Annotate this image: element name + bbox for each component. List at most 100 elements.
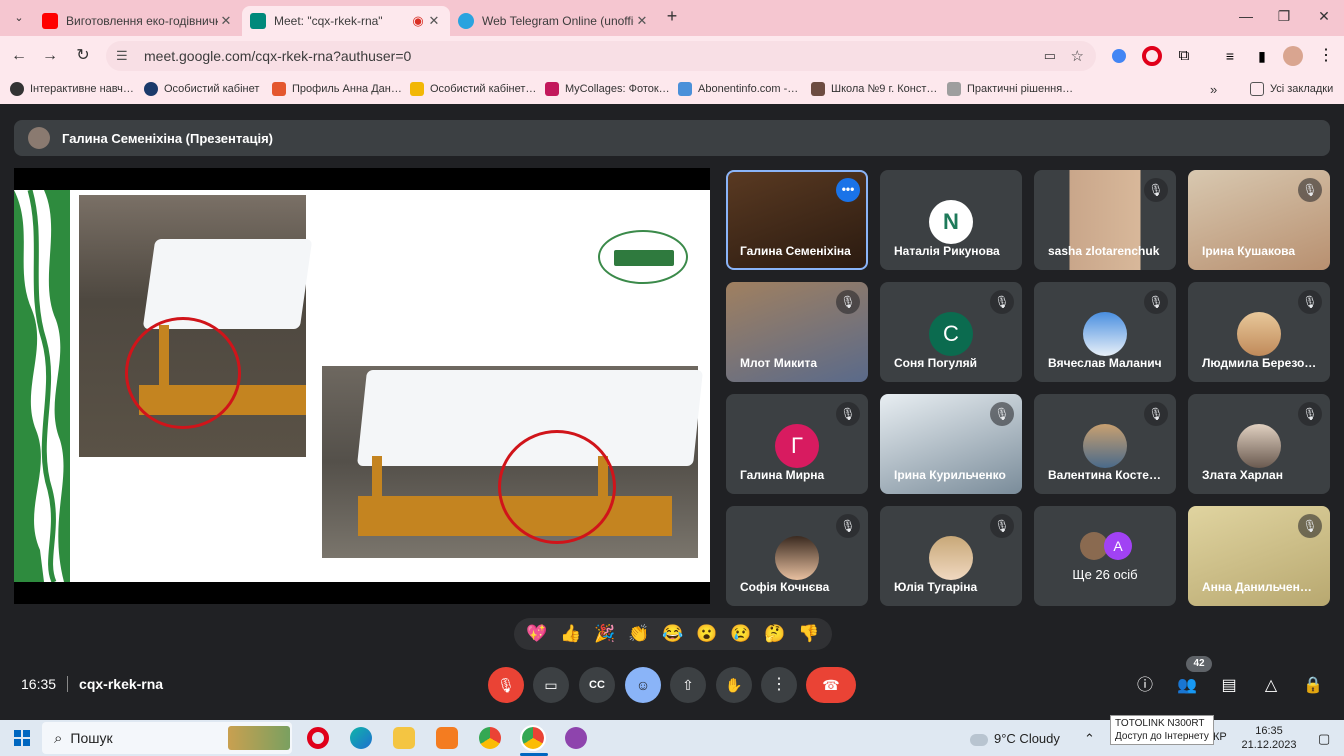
presentation-slide[interactable] xyxy=(14,168,710,604)
participant-tile[interactable]: ••• Галина Семеніхіна xyxy=(726,170,868,270)
chrome-active-icon[interactable] xyxy=(520,725,546,751)
recording-icon: ◉ xyxy=(412,13,424,28)
tab-meet[interactable]: Meet: "cqx-rkek-rna" ◉ ✕ xyxy=(242,6,450,36)
windows-start-icon[interactable] xyxy=(14,730,30,746)
present-button[interactable]: ⇧ xyxy=(670,667,706,703)
taskbar-app-icon[interactable] xyxy=(565,727,587,749)
reaction-thumbs-down[interactable]: 👎 xyxy=(798,624,819,644)
browser-toolbar: ← → ↻ ☰ meet.google.com/cqx-rkek-rna?aut… xyxy=(0,36,1344,76)
site-settings-icon[interactable]: ☰ xyxy=(116,48,134,64)
taskbar-app-icon[interactable] xyxy=(436,727,458,749)
extension-icon[interactable] xyxy=(1112,49,1126,63)
camera-button[interactable]: ▭ xyxy=(533,667,569,703)
captions-button[interactable]: CC xyxy=(579,667,615,703)
participant-tile[interactable]: 🎙 Вячеслав Маланич xyxy=(1034,282,1176,382)
bookmark-item[interactable]: Практичні рішення… xyxy=(947,82,1073,96)
mic-off-icon: 🎙 xyxy=(1144,178,1168,202)
more-bookmarks-icon[interactable]: » xyxy=(1210,82,1217,97)
participant-tile[interactable]: 🎙 С Соня Погуляй xyxy=(880,282,1022,382)
opera-taskbar-icon[interactable] xyxy=(307,727,329,749)
meeting-details-icon[interactable]: ⓘ xyxy=(1133,674,1157,698)
chrome-taskbar-icon[interactable] xyxy=(479,727,501,749)
participant-tile[interactable]: 🎙 Ірина Кушакова xyxy=(1188,170,1330,270)
reaction-thumbs-up[interactable]: 👍 xyxy=(560,624,581,644)
bookmark-star-icon[interactable]: ☆ xyxy=(1071,47,1084,65)
activities-icon[interactable]: △ xyxy=(1259,674,1283,698)
clock[interactable]: 16:35 21.12.2023 xyxy=(1236,724,1302,752)
bookmark-item[interactable]: Профиль Анна Дан… xyxy=(272,82,402,96)
notifications-icon[interactable]: ▢ xyxy=(1318,731,1330,747)
snow-roof xyxy=(142,239,313,329)
tab-search-icon[interactable]: ⌄ xyxy=(8,7,30,29)
reaction-surprised[interactable]: 😮 xyxy=(696,624,717,644)
camera-icon[interactable]: ▭ xyxy=(1044,48,1056,64)
close-window-button[interactable]: ✕ xyxy=(1314,8,1334,25)
participant-tile[interactable]: 🎙 Людмила Березо… xyxy=(1188,282,1330,382)
participant-tile[interactable]: 🎙 Валентина Косте… xyxy=(1034,394,1176,494)
reaction-thinking[interactable]: 🤔 xyxy=(764,624,785,644)
meeting-time: 16:35 xyxy=(21,676,57,692)
bookmark-item[interactable]: MyCollages: Фоток… xyxy=(545,82,670,96)
menu-icon[interactable]: ⋮ xyxy=(1316,46,1336,66)
side-panel-icon[interactable]: ▮ xyxy=(1252,46,1272,66)
participant-tile[interactable]: 🎙 Анна Данильчен… xyxy=(1188,506,1330,606)
weather-widget[interactable]: 9°C Cloudy xyxy=(970,731,1060,746)
chat-icon[interactable]: ▤ xyxy=(1217,674,1241,698)
participant-photo xyxy=(929,536,973,580)
back-icon[interactable]: ← xyxy=(8,45,30,67)
tab-eco-feeders[interactable]: Виготовлення еко-годівничк ✕ xyxy=(34,6,242,36)
host-controls-icon[interactable]: 🔒 xyxy=(1301,674,1325,698)
maximize-button[interactable]: ❐ xyxy=(1274,8,1294,25)
bookmark-item[interactable]: Школа №9 г. Конст… xyxy=(811,82,937,96)
mic-off-button[interactable]: 🎙 xyxy=(488,667,524,703)
more-participants-tile[interactable]: A Ще 26 осіб xyxy=(1034,506,1176,606)
emoji-button[interactable]: ☺ xyxy=(625,667,661,703)
participant-tile[interactable]: 🎙 Софія Кочнєва xyxy=(726,506,868,606)
bookmark-item[interactable]: Інтерактивне навч… xyxy=(10,82,134,96)
bookmarks-bar: Інтерактивне навч… Особистий кабінет Про… xyxy=(0,76,1344,104)
reload-icon[interactable]: ↻ xyxy=(72,45,94,67)
tab-telegram[interactable]: Web Telegram Online (unoffici ✕ xyxy=(450,6,658,36)
reaction-heart[interactable]: 💖 xyxy=(526,624,547,644)
reaction-party[interactable]: 🎉 xyxy=(594,624,615,644)
raise-hand-button[interactable]: ✋ xyxy=(716,667,752,703)
chevron-up-icon[interactable]: ⌃ xyxy=(1084,731,1095,747)
participant-tile[interactable]: 🎙 Г Галина Мирна xyxy=(726,394,868,494)
presenter-avatar xyxy=(28,127,50,149)
extensions-puzzle-icon[interactable]: ⧉ xyxy=(1174,46,1194,66)
people-icon[interactable]: 👥 xyxy=(1175,674,1199,698)
opera-icon[interactable] xyxy=(1142,46,1162,66)
all-bookmarks-folder[interactable]: Усі закладки xyxy=(1250,82,1333,96)
reactions-bar: 💖 👍 🎉 👏 😂 😮 😢 🤔 👎 xyxy=(514,618,832,650)
mic-off-icon: 🎙 xyxy=(1298,402,1322,426)
bookmark-item[interactable]: Особистий кабінет… xyxy=(410,82,536,96)
close-icon[interactable]: ✕ xyxy=(218,13,234,29)
reaction-clap[interactable]: 👏 xyxy=(628,624,649,644)
participant-tile[interactable]: 🎙 Ірина Курильченко xyxy=(880,394,1022,494)
participant-tile[interactable]: 🎙 sasha zlotarenchuk xyxy=(1034,170,1176,270)
profile-avatar[interactable] xyxy=(1283,46,1303,66)
participant-tile[interactable]: 🎙 Юлія Тугаріна xyxy=(880,506,1022,606)
edge-taskbar-icon[interactable] xyxy=(350,727,372,749)
participant-tile[interactable]: 🎙 Млот Микита xyxy=(726,282,868,382)
tab-title: Виготовлення еко-годівничк xyxy=(66,14,218,28)
leave-call-button[interactable]: ☎ xyxy=(806,667,856,703)
reaction-laugh[interactable]: 😂 xyxy=(662,624,683,644)
participant-tile[interactable]: N Наталія Рикунова xyxy=(880,170,1022,270)
reaction-sad[interactable]: 😢 xyxy=(730,624,751,644)
more-options-icon[interactable]: ••• xyxy=(836,178,860,202)
taskbar-search[interactable]: ⌕ Пошук xyxy=(42,722,292,754)
address-bar[interactable]: ☰ meet.google.com/cqx-rkek-rna?authuser=… xyxy=(106,41,1096,71)
close-icon[interactable]: ✕ xyxy=(634,13,650,29)
close-icon[interactable]: ✕ xyxy=(426,13,442,29)
minimize-button[interactable]: — xyxy=(1236,8,1256,24)
participant-tile[interactable]: 🎙 Злата Харлан xyxy=(1188,394,1330,494)
file-explorer-icon[interactable] xyxy=(393,727,415,749)
more-options-button[interactable]: ⋮ xyxy=(761,667,797,703)
bookmark-item[interactable]: Abonentinfo.com -… xyxy=(678,82,798,96)
media-icon[interactable]: ≡ xyxy=(1220,46,1240,66)
forward-icon[interactable]: → xyxy=(39,45,61,67)
participants-count-badge: 42 xyxy=(1186,656,1212,672)
bookmark-item[interactable]: Особистий кабінет xyxy=(144,82,259,96)
new-tab-button[interactable]: + xyxy=(662,6,682,27)
